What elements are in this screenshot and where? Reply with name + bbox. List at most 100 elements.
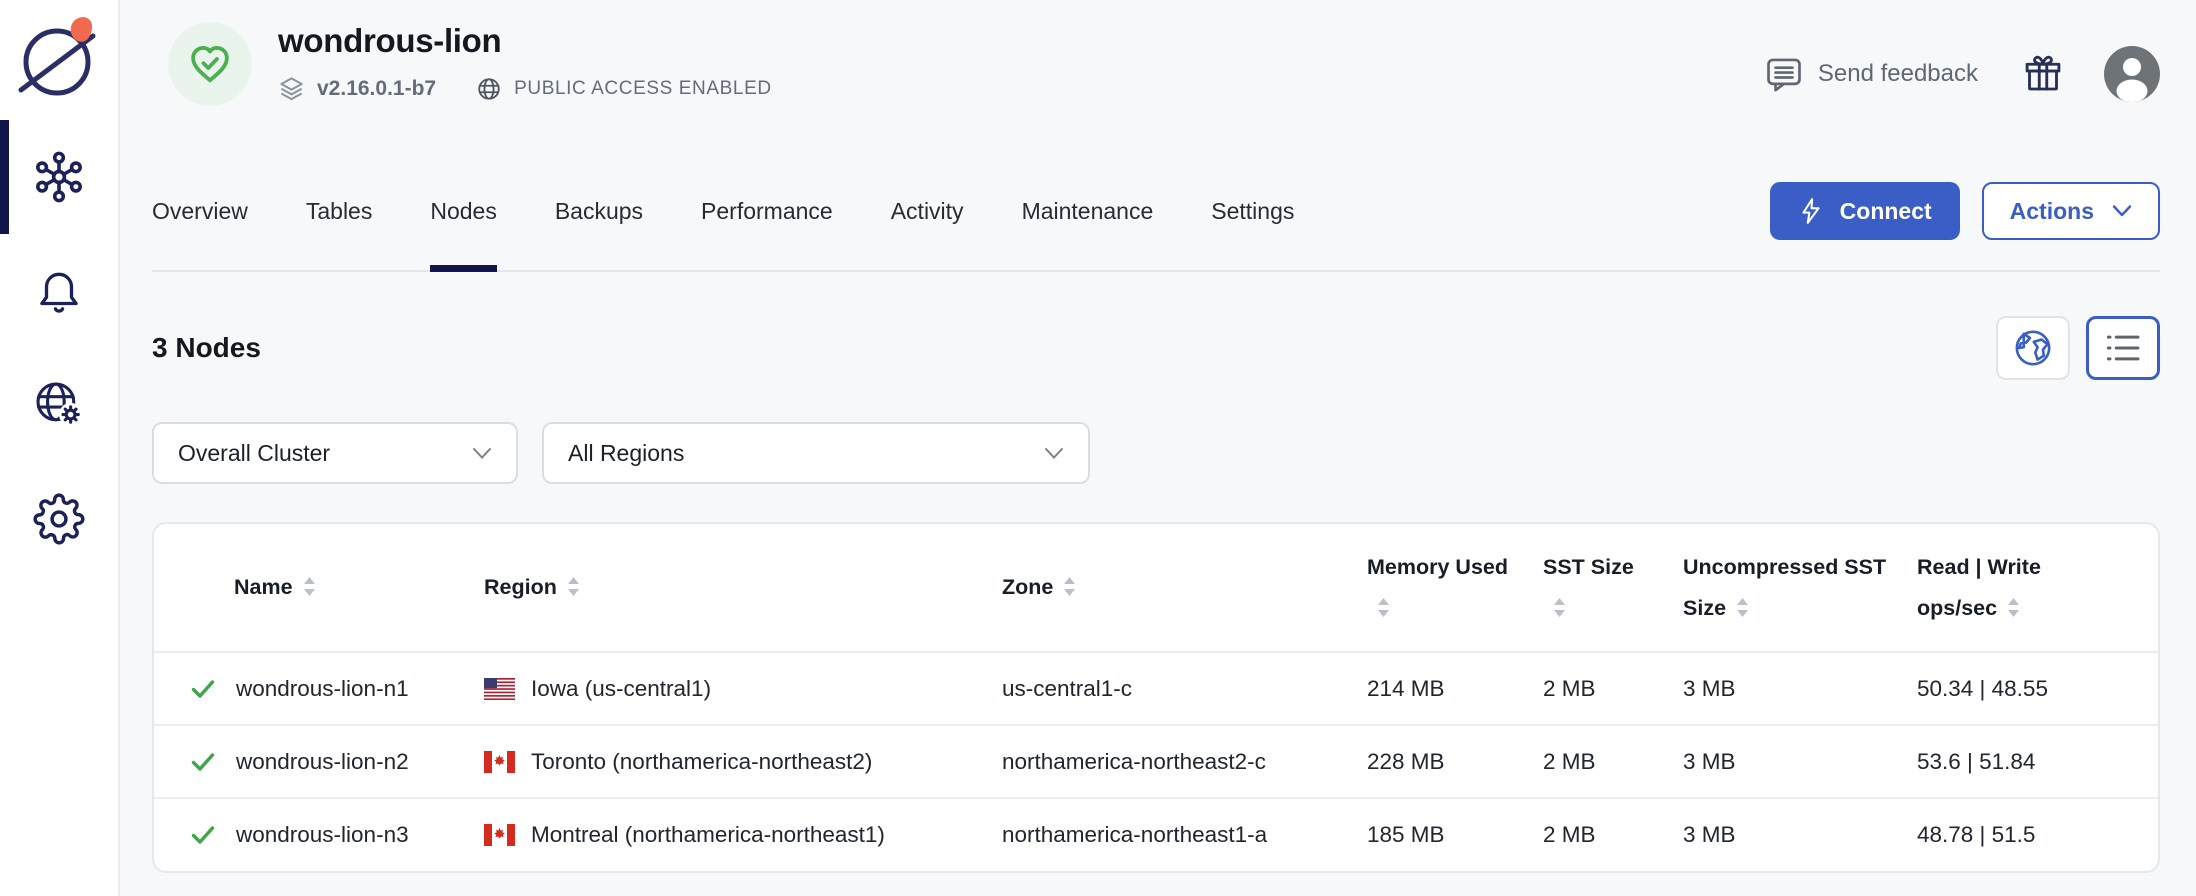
node-sst-size: 2 MB — [1543, 725, 1683, 798]
check-icon — [190, 676, 216, 702]
tab-overview[interactable]: Overview — [152, 152, 248, 270]
connect-label: Connect — [1840, 198, 1932, 225]
chat-icon — [1764, 55, 1804, 93]
globe-icon — [476, 76, 502, 102]
cluster-meta: v2.16.0.1-b7 PUBLIC ACCESS ENABLED — [278, 75, 772, 102]
node-read-write-ops: 50.34 | 48.55 — [1917, 652, 2158, 725]
column-header-read-write-ops[interactable]: Read | Write ops/sec — [1917, 524, 2158, 652]
column-header-zone[interactable]: Zone — [1002, 524, 1367, 652]
check-icon — [190, 749, 216, 775]
title-block: wondrous-lion v2.16.0.1-b7 — [278, 22, 772, 102]
node-zone: us-central1-c — [1002, 652, 1367, 725]
gear-icon — [33, 493, 85, 545]
sort-icon — [302, 576, 317, 597]
nodes-table-card: Name Region Zone Memory Used SST Size Un… — [152, 522, 2160, 873]
column-header-region[interactable]: Region — [484, 524, 1002, 652]
node-region: Toronto (northamerica-northeast2) — [531, 749, 872, 775]
actions-label: Actions — [2010, 198, 2094, 225]
avatar[interactable] — [2104, 46, 2160, 102]
version-label: v2.16.0.1-b7 — [317, 77, 436, 101]
chevron-down-icon — [472, 447, 492, 460]
sidebar-item-settings[interactable] — [0, 462, 118, 576]
nodes-count-heading: 3 Nodes — [152, 332, 261, 364]
lightning-icon — [1798, 197, 1824, 225]
cluster-filter-select[interactable]: Overall Cluster — [152, 422, 518, 484]
node-read-write-ops: 48.78 | 51.5 — [1917, 798, 2158, 871]
column-header-name[interactable]: Name — [154, 524, 484, 652]
cluster-name: wondrous-lion — [278, 22, 772, 60]
version-meta: v2.16.0.1-b7 — [278, 75, 436, 102]
globe-gear-icon — [32, 378, 86, 432]
connect-button[interactable]: Connect — [1770, 182, 1960, 240]
gift-icon[interactable] — [2022, 53, 2064, 95]
sort-icon — [566, 576, 581, 597]
sidebar-item-clusters[interactable] — [0, 120, 118, 234]
sort-icon — [1062, 576, 1077, 597]
region-filter-value: All Regions — [568, 440, 684, 467]
chevron-down-icon — [1044, 447, 1064, 460]
nodes-table: Name Region Zone Memory Used SST Size Un… — [154, 524, 2158, 871]
node-region: Iowa (us-central1) — [531, 676, 711, 702]
app-logo-icon[interactable] — [13, 12, 105, 108]
actions-button[interactable]: Actions — [1982, 182, 2160, 240]
map-view-button[interactable] — [1996, 316, 2070, 380]
main-area: wondrous-lion v2.16.0.1-b7 — [120, 0, 2196, 896]
node-name: wondrous-lion-n1 — [236, 676, 409, 702]
node-name: wondrous-lion-n2 — [236, 749, 409, 775]
tab-tables[interactable]: Tables — [306, 152, 372, 270]
node-region: Montreal (northamerica-northeast1) — [531, 822, 885, 848]
tab-performance[interactable]: Performance — [701, 152, 833, 270]
tab-nodes[interactable]: Nodes — [430, 152, 496, 270]
tab-activity[interactable]: Activity — [891, 152, 964, 270]
column-header-sst-size[interactable]: SST Size — [1543, 524, 1683, 652]
layers-icon — [278, 75, 305, 102]
sort-icon — [1552, 597, 1567, 618]
tab-backups[interactable]: Backups — [555, 152, 643, 270]
sidebar-item-alerts[interactable] — [0, 234, 118, 348]
tab-settings[interactable]: Settings — [1211, 152, 1294, 270]
sidebar-item-network[interactable] — [0, 348, 118, 462]
chevron-down-icon — [2112, 204, 2132, 218]
cluster-hub-icon — [32, 150, 86, 204]
filters-row: Overall Cluster All Regions — [152, 422, 2160, 484]
send-feedback-button[interactable]: Send feedback — [1764, 55, 1978, 93]
node-name: wondrous-lion-n3 — [236, 822, 409, 848]
check-icon — [190, 822, 216, 848]
tabs-row: Overview Tables Nodes Backups Performanc… — [152, 152, 2160, 272]
column-header-uncompressed-sst-size[interactable]: Uncompressed SST Size — [1683, 524, 1917, 652]
column-header-memory-used[interactable]: Memory Used — [1367, 524, 1543, 652]
table-row: wondrous-lion-n3 Montreal (northamerica-… — [154, 798, 2158, 871]
access-meta: PUBLIC ACCESS ENABLED — [476, 76, 772, 102]
topbar-right: Send feedback — [1764, 46, 2160, 102]
tab-maintenance[interactable]: Maintenance — [1022, 152, 1154, 270]
sidebar — [0, 0, 120, 896]
node-sst-size: 2 MB — [1543, 798, 1683, 871]
list-icon — [2104, 331, 2142, 365]
table-header-row: Name Region Zone Memory Used SST Size Un… — [154, 524, 2158, 652]
node-zone: northamerica-northeast2-c — [1002, 725, 1367, 798]
canada-flag-icon — [484, 751, 515, 773]
tabs-actions: Connect Actions — [1770, 182, 2160, 240]
tabs: Overview Tables Nodes Backups Performanc… — [152, 152, 1294, 270]
node-uncompressed-sst-size: 3 MB — [1683, 652, 1917, 725]
bell-icon — [34, 266, 84, 316]
sort-icon — [1376, 597, 1391, 618]
node-uncompressed-sst-size: 3 MB — [1683, 725, 1917, 798]
us-flag-icon — [484, 678, 515, 700]
health-status-badge — [168, 22, 252, 106]
sidebar-nav — [0, 120, 118, 576]
access-label: PUBLIC ACCESS ENABLED — [514, 78, 772, 100]
send-feedback-label: Send feedback — [1818, 60, 1978, 88]
canada-flag-icon — [484, 824, 515, 846]
node-uncompressed-sst-size: 3 MB — [1683, 798, 1917, 871]
table-row: wondrous-lion-n1 Iowa (us-central1) us-c… — [154, 652, 2158, 725]
sort-icon — [1735, 597, 1750, 618]
list-view-button[interactable] — [2086, 316, 2160, 380]
node-sst-size: 2 MB — [1543, 652, 1683, 725]
nodes-content: 3 Nodes — [152, 272, 2160, 896]
node-read-write-ops: 53.6 | 51.84 — [1917, 725, 2158, 798]
cluster-filter-value: Overall Cluster — [178, 440, 330, 467]
table-row: wondrous-lion-n2 Toronto (northamerica-n… — [154, 725, 2158, 798]
region-filter-select[interactable]: All Regions — [542, 422, 1090, 484]
node-zone: northamerica-northeast1-a — [1002, 798, 1367, 871]
